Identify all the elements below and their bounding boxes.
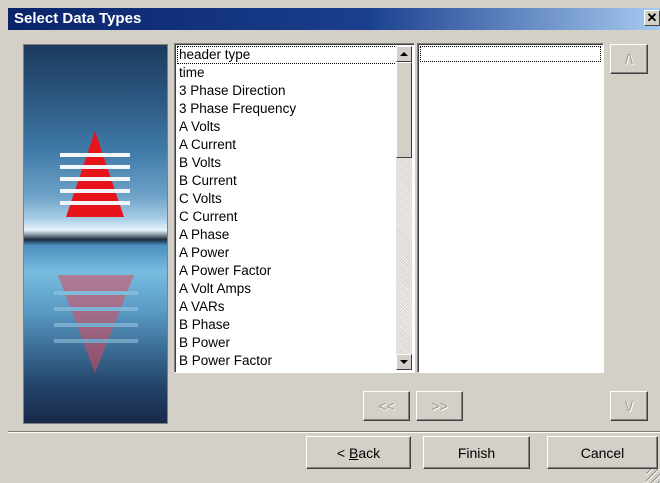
back-prefix: < — [336, 444, 349, 461]
list-item[interactable]: B Current — [177, 172, 397, 190]
back-rest: ack — [358, 444, 381, 461]
footer-separator — [8, 431, 660, 433]
list-item[interactable]: 3 Phase Direction — [177, 82, 397, 100]
list-item[interactable]: A Phase — [177, 226, 397, 244]
back-mnemonic: B — [348, 444, 359, 461]
available-items: header type time 3 Phase Direction 3 Phase … — [177, 46, 397, 370]
list-item[interactable]: header type — [177, 46, 397, 64]
scroll-thumb[interactable] — [396, 62, 412, 158]
window-title: Select Data Types — [14, 10, 142, 27]
list-item[interactable]: B Phase — [177, 316, 397, 334]
add-label: >> — [431, 398, 448, 414]
scroll-down-arrow-icon — [400, 360, 408, 364]
resize-grip[interactable] — [646, 469, 660, 483]
wizard-banner-image — [23, 44, 168, 424]
close-icon: ✕ — [646, 10, 658, 25]
back-button[interactable]: < Back — [306, 436, 411, 469]
move-down-button[interactable]: \/ — [610, 391, 648, 421]
selected-data-types-list[interactable] — [417, 43, 604, 373]
available-data-types-list[interactable]: header type time 3 Phase Direction 3 Phase … — [174, 43, 415, 373]
list-item[interactable]: C Current — [177, 208, 397, 226]
remove-button[interactable]: << — [363, 391, 410, 421]
list-item[interactable]: B Power — [177, 334, 397, 352]
list-item[interactable]: A Power — [177, 244, 397, 262]
close-button[interactable]: ✕ — [644, 10, 660, 26]
list-item[interactable]: 3 Phase Frequency — [177, 100, 397, 118]
logo-reflection-icon — [54, 275, 138, 373]
title-bar: Select Data Types ✕ — [8, 8, 660, 30]
move-up-button[interactable]: /\ — [610, 44, 648, 74]
vertical-scrollbar[interactable] — [396, 46, 412, 370]
red-triangle-logo-icon — [60, 131, 130, 217]
list-item[interactable]: A Volt Amps — [177, 280, 397, 298]
move-up-label: /\ — [625, 51, 633, 67]
back-label: < Back — [337, 445, 380, 461]
cancel-label: Cancel — [580, 444, 625, 461]
list-item[interactable]: time — [177, 64, 397, 82]
list-item[interactable]: B Power Factor — [177, 352, 397, 370]
move-down-label: \/ — [625, 398, 633, 414]
scroll-up-arrow-icon — [400, 52, 408, 56]
selection-focus-rect — [420, 46, 601, 62]
remove-label: << — [378, 398, 395, 414]
list-item[interactable]: C Volts — [177, 190, 397, 208]
list-item[interactable]: A Power Factor — [177, 262, 397, 280]
finish-button[interactable]: Finish — [423, 436, 530, 469]
list-item[interactable]: A Current — [177, 136, 397, 154]
list-item[interactable]: A Volts — [177, 118, 397, 136]
finish-label: Finish — [457, 444, 496, 461]
list-item[interactable]: B Volts — [177, 154, 397, 172]
scroll-down-button[interactable] — [396, 354, 412, 370]
list-item[interactable]: A VARs — [177, 298, 397, 316]
add-button[interactable]: >> — [416, 391, 463, 421]
scroll-up-button[interactable] — [396, 46, 412, 62]
cancel-button[interactable]: Cancel — [547, 436, 658, 469]
